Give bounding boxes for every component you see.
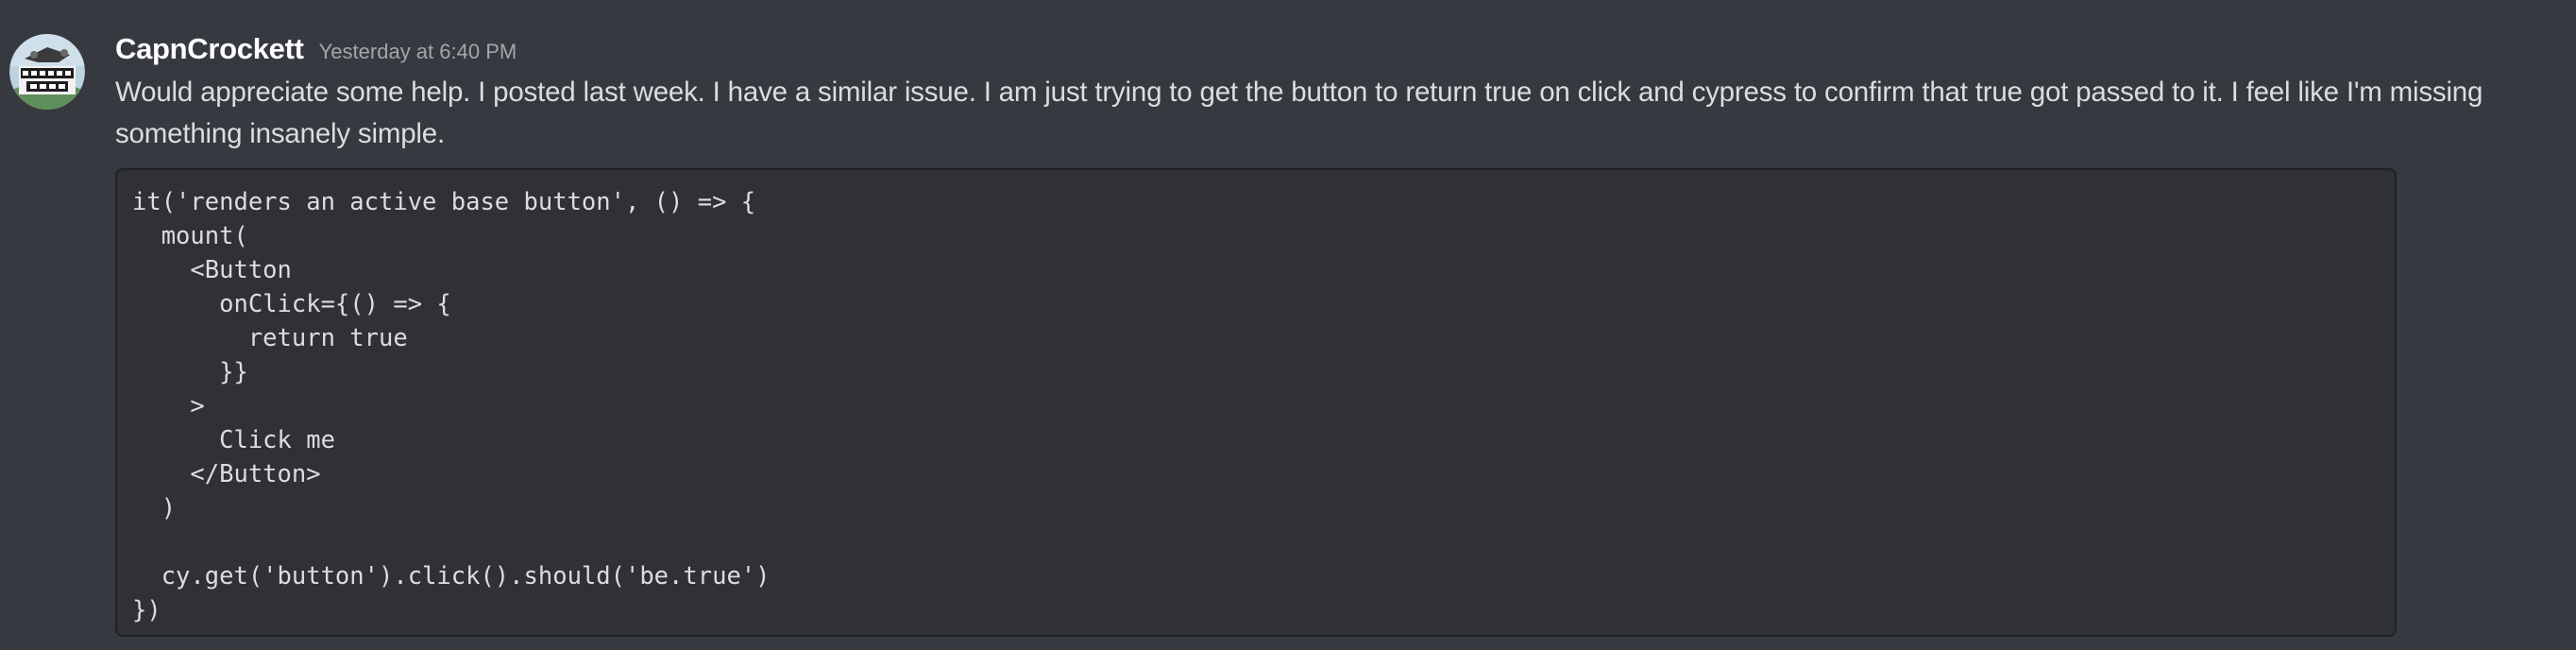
username[interactable]: CapnCrockett <box>115 32 304 66</box>
chat-message: CapnCrockett Yesterday at 6:40 PM Would … <box>0 0 2576 650</box>
avatar-image <box>9 34 85 110</box>
message-timestamp: Yesterday at 6:40 PM <box>318 40 517 63</box>
message-header: CapnCrockett Yesterday at 6:40 PM <box>115 32 517 72</box>
code-block: it('renders an active base button', () =… <box>115 168 2397 637</box>
message-text: Would appreciate some help. I posted las… <box>115 77 2483 149</box>
avatar[interactable] <box>9 34 85 110</box>
code-content: it('renders an active base button', () =… <box>132 188 771 624</box>
